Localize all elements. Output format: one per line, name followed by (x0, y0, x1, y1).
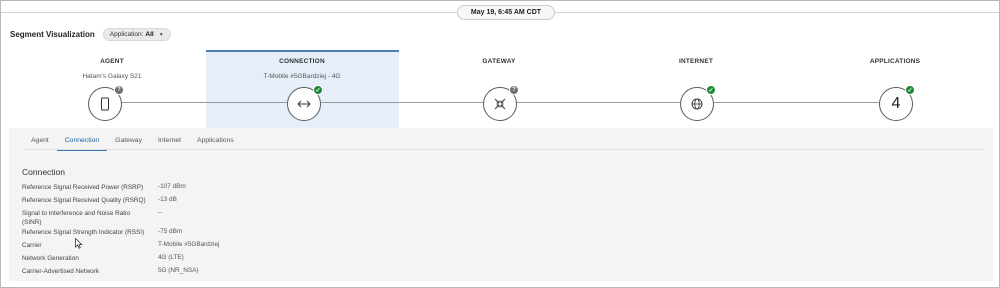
page-title: Segment Visualization (10, 30, 95, 39)
mouse-cursor-icon (75, 236, 83, 254)
details-title: Connection (22, 167, 66, 177)
tabs-divider (23, 149, 983, 150)
detail-value-carrier: T-Mobile #5GBardziej (158, 241, 220, 248)
timestamp-pill[interactable]: May 19, 6:45 AM CDT (457, 5, 555, 20)
detail-value-carrier-advertised-network: 5G (NR_NSA) (158, 267, 199, 274)
detail-label-rsrp: Reference Signal Received Power (RSRP) (22, 184, 144, 191)
detail-label-rssi: Reference Signal Strength Indicator (RSS… (22, 229, 145, 236)
detail-label-network-generation: Network Generation (22, 255, 79, 262)
detail-label-sinr: Signal to Interference and Noise Ratio (… (22, 210, 130, 226)
detail-label-carrier: Carrier (22, 242, 42, 249)
detail-label-carrier-advertised-network: Carrier-Advertised Network (22, 268, 100, 275)
detail-value-rsrp: -107 dBm (158, 183, 186, 190)
filter-label: Application: (109, 31, 144, 38)
compress-icon (494, 98, 506, 110)
internet-node[interactable]: ✓ (680, 85, 716, 121)
connector-line (121, 102, 287, 103)
segment-sub-agent: Hatam's Galaxy S21 (82, 73, 142, 80)
segment-label-agent: AGENT (100, 58, 124, 65)
agent-node[interactable]: ? (88, 85, 124, 121)
detail-value-rssi: -75 dBm (158, 228, 183, 235)
gateway-node[interactable]: ? (483, 85, 519, 121)
header-row: Segment Visualization Application: All ▼ (10, 28, 171, 41)
detail-label-rsrq: Reference Signal Received Quality (RSRQ) (22, 197, 146, 204)
detail-value-network-generation: 4G (LTE) (158, 254, 184, 261)
connector-line (714, 102, 879, 103)
applications-count: 4 (891, 95, 901, 112)
segment-sub-connection: T-Mobile #5GBardziej - 4G (263, 73, 341, 80)
segment-label-connection[interactable]: CONNECTION (227, 58, 377, 65)
application-filter-dropdown[interactable]: Application: All ▼ (102, 28, 171, 41)
connector-line (321, 102, 483, 103)
connection-node[interactable]: ✓ (287, 85, 323, 121)
unknown-status-icon: ? (509, 85, 519, 95)
detail-value-rsrq: -13 dB (158, 196, 177, 203)
applications-node[interactable]: 4 ✓ (879, 85, 915, 121)
phone-icon (100, 97, 110, 111)
segment-label-gateway[interactable]: GATEWAY (424, 58, 574, 65)
segment-label-applications[interactable]: APPLICATIONS (820, 58, 970, 65)
connector-line (517, 102, 680, 103)
arrows-horizontal-icon (297, 100, 311, 108)
chevron-down-icon: ▼ (158, 31, 164, 38)
detail-value-sinr: – (158, 209, 162, 216)
unknown-status-icon: ? (114, 85, 124, 95)
check-status-icon: ✓ (313, 85, 323, 95)
app-frame: May 19, 6:45 AM CDT Segment Visualizatio… (0, 0, 1000, 288)
check-status-icon: ✓ (706, 85, 716, 95)
check-status-icon: ✓ (905, 85, 915, 95)
filter-value: All (145, 31, 154, 38)
segment-label-internet[interactable]: INTERNET (621, 58, 771, 65)
globe-icon (691, 98, 703, 110)
